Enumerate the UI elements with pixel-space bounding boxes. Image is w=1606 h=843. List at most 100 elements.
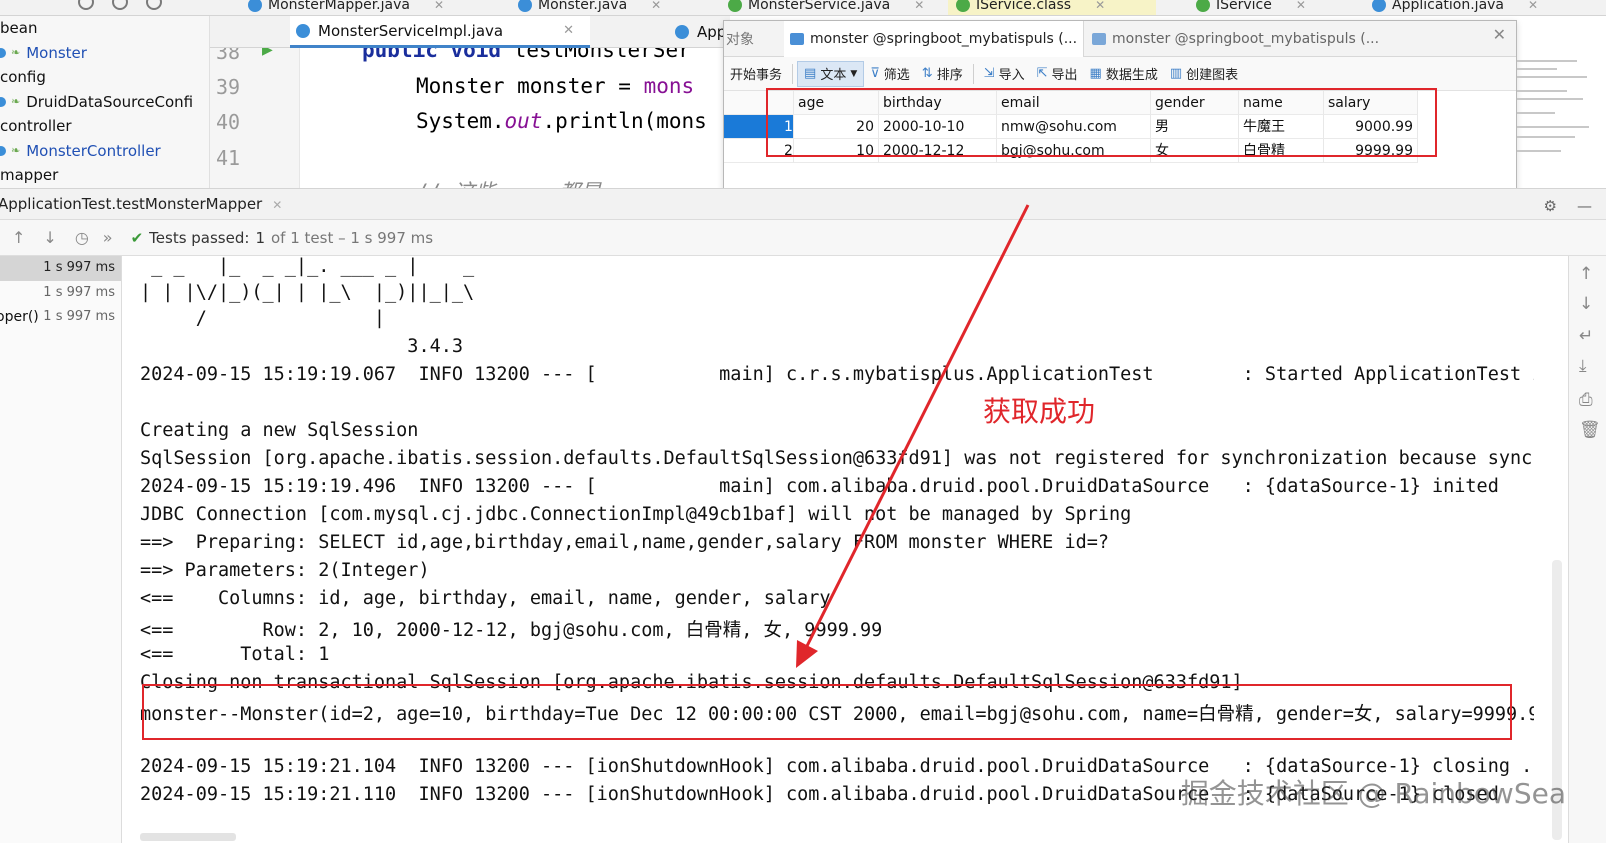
- tree-item-monster[interactable]: ❧ Monster: [0, 41, 209, 66]
- minimap-line: [1517, 68, 1557, 70]
- close-icon[interactable]: ✕: [1528, 0, 1538, 12]
- arrow-up-icon[interactable]: ↑: [12, 228, 25, 247]
- tool-icons: [78, 0, 162, 10]
- horizontal-scrollbar[interactable]: [140, 833, 236, 841]
- code-comment: // 这些 ... 都是: [416, 176, 601, 188]
- print-icon[interactable]: ⎙: [1579, 390, 1593, 410]
- console-line: / |: [140, 308, 386, 329]
- status-count: 1: [255, 228, 265, 247]
- text-view-button[interactable]: ▤ 文本 ▼: [797, 60, 865, 87]
- history-icon[interactable]: ◷: [75, 228, 89, 247]
- console-line: 3.4.3: [140, 336, 464, 357]
- line-number: 38: [216, 48, 241, 64]
- tree-item-druid-config[interactable]: ❧ DruidDataSourceConfi: [0, 90, 209, 115]
- minimap-line: [1517, 98, 1583, 100]
- arrow-down-icon[interactable]: ↓: [1579, 294, 1593, 314]
- close-icon[interactable]: ✕: [1296, 0, 1306, 12]
- minimap-line: [1517, 136, 1575, 138]
- collapse-icon[interactable]: [112, 0, 128, 10]
- console-line: 2024-09-15 15:19:19.067 INFO 13200 --- […: [140, 364, 1534, 385]
- tab-monster-mapper[interactable]: MonsterMapper.java ✕: [248, 0, 444, 15]
- tab-monster-table[interactable]: monster @springboot_mybatispuls (...: [784, 21, 1084, 57]
- run-toolbar: ↑ ↓ ◷ » ✔ Tests passed: 1 of 1 test – 1 …: [0, 220, 1606, 256]
- more-icon[interactable]: »: [103, 228, 113, 247]
- interface-icon: [248, 0, 262, 12]
- navicat-toolbar: 开始事务 ▤ 文本 ▼ ⊽ 筛选 ⇅ 排序 ⇲ 导入 ⇱ 导出 ▦ 数据生成 ▥ 创建图表: [724, 57, 1516, 91]
- console-output[interactable]: _ _ |_ _ _|_. ___ _ | _ | | |\/|_)(_| | …: [122, 256, 1534, 843]
- begin-transaction-button[interactable]: 开始事务: [724, 61, 788, 87]
- tab-app[interactable]: App: [675, 16, 726, 48]
- scroll-to-end-icon[interactable]: ⤓: [1579, 356, 1587, 376]
- close-icon[interactable]: ✕: [914, 0, 924, 12]
- status-passed: Tests passed:: [149, 228, 250, 247]
- close-icon[interactable]: ✕: [434, 0, 444, 12]
- tree-item-controller[interactable]: controller: [0, 114, 209, 139]
- filter-button[interactable]: ⊽ 筛选: [864, 61, 916, 87]
- project-tree: bean ❧ Monster config ❧ DruidDataSourceCon…: [0, 16, 210, 188]
- gear-icon[interactable]: [146, 0, 162, 10]
- tree-item-monster-controller[interactable]: ❧ MonsterController: [0, 139, 209, 164]
- chart-icon: ▥: [1169, 66, 1183, 81]
- tree-item-bean[interactable]: bean: [0, 16, 209, 41]
- tree-item-mapper[interactable]: mapper: [0, 163, 209, 188]
- test-item[interactable]: 1 s 997 ms: [0, 281, 121, 306]
- annotation-label: 获取成功: [983, 395, 1096, 428]
- close-icon[interactable]: ✕: [651, 0, 661, 12]
- console-line: 2024-09-15 15:19:19.496 INFO 13200 --- […: [140, 476, 1499, 497]
- data-generation-button[interactable]: ▦ 数据生成: [1084, 61, 1164, 87]
- tab-monster-service[interactable]: MonsterService.java ✕: [728, 0, 924, 15]
- tab-monster-service-impl[interactable]: MonsterServiceImpl.java ✕: [290, 16, 590, 48]
- document-icon: ▤: [804, 66, 817, 81]
- sort-button[interactable]: ⇅ 排序: [916, 61, 969, 87]
- close-icon[interactable]: ✕: [1095, 0, 1105, 12]
- target-icon[interactable]: [78, 0, 94, 10]
- test-tree: 1 s 997 ms 1 s 997 ms oper() 1 s 997 ms: [0, 256, 122, 843]
- minimap-line: [1517, 112, 1555, 114]
- import-button[interactable]: ⇲ 导入: [978, 61, 1031, 87]
- export-button[interactable]: ⇱ 导出: [1031, 61, 1084, 87]
- tab-monster[interactable]: Monster.java ✕: [518, 0, 661, 15]
- chevron-down-icon: ▼: [850, 68, 858, 79]
- export-icon: ⇱: [1036, 66, 1048, 81]
- line-number: 40: [216, 110, 241, 134]
- minimap-line: [1517, 150, 1561, 152]
- create-chart-button[interactable]: ▥ 创建图表: [1164, 61, 1244, 87]
- console-line: JDBC Connection [com.mysql.cj.jdbc.Conne…: [140, 504, 1132, 525]
- tab-monster-query[interactable]: monster @springboot_mybatispuls (...: [1086, 21, 1379, 57]
- run-tab[interactable]: ApplicationTest.testMonsterMapper ✕: [0, 195, 290, 213]
- test-item[interactable]: oper() 1 s 997 ms: [0, 305, 121, 330]
- leaf-icon: ❧: [11, 144, 21, 158]
- arrow-up-icon[interactable]: ↑: [1579, 264, 1593, 284]
- sort-icon: ⇅: [921, 66, 933, 81]
- interface-icon: [1196, 0, 1210, 12]
- close-icon[interactable]: ✕: [272, 198, 282, 212]
- watermark: 掘金技术社区 @ RainbowSea: [1180, 777, 1566, 810]
- minimize-icon[interactable]: —: [1577, 197, 1592, 215]
- line-number: 39: [216, 75, 241, 99]
- arrow-down-icon[interactable]: ↓: [43, 228, 56, 247]
- console-line: <== Columns: id, age, birthday, email, n…: [140, 588, 831, 609]
- tree-item-config[interactable]: config: [0, 65, 209, 90]
- minimap-line: [1517, 76, 1587, 78]
- close-icon[interactable]: ✕: [563, 23, 574, 38]
- interface-icon: [728, 0, 742, 12]
- test-item[interactable]: 1 s 997 ms: [0, 256, 121, 281]
- soft-wrap-icon[interactable]: ↵: [1579, 326, 1593, 346]
- minimap-line: [1517, 126, 1589, 128]
- data-gen-icon: ▦: [1089, 66, 1102, 81]
- table-icon: [790, 33, 804, 45]
- trash-icon[interactable]: 🗑: [1579, 420, 1601, 440]
- close-icon[interactable]: ✕: [1493, 25, 1506, 44]
- tab-iservice-class[interactable]: IService.class ✕: [948, 0, 1156, 15]
- class-icon: [0, 96, 6, 107]
- tab-application[interactable]: Application.java ✕: [1372, 0, 1538, 15]
- run-gutter-icon[interactable]: ▶: [262, 48, 273, 58]
- minimap-line: [1517, 90, 1567, 92]
- code-editor[interactable]: public void testMonsterSer Monster monst…: [300, 48, 730, 188]
- gear-icon[interactable]: ⚙: [1544, 197, 1557, 215]
- tab-objects[interactable]: 对象: [726, 21, 754, 57]
- code-line: public void testMonsterSer: [362, 48, 691, 62]
- tab-iservice[interactable]: IService ✕: [1196, 0, 1306, 15]
- line-gutter: 38 ▶ 39 40 41: [210, 48, 300, 188]
- highlight-box-table: [766, 88, 1437, 157]
